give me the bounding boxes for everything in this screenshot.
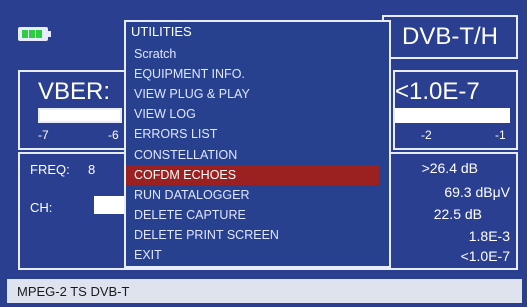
measure-value: 1.8E-3	[468, 228, 510, 244]
stream-label: MPEG-2 TS DVB-T	[17, 284, 130, 299]
vber-meter-right: <1.0E-7 -2 -1	[393, 70, 518, 150]
utilities-menu: UTILITIES Scratch EQUIPMENT INFO. VIEW PLU…	[124, 20, 391, 268]
scale-tick: -7	[38, 128, 49, 142]
menu-item[interactable]: VIEW LOG	[134, 104, 387, 124]
vber-label: VBER:	[38, 78, 111, 105]
menu-item[interactable]: DELETE CAPTURE	[134, 205, 387, 225]
menu-item[interactable]: ERRORS LIST	[134, 124, 387, 144]
menu-item[interactable]: EQUIPMENT INFO.	[134, 64, 387, 84]
menu-item[interactable]: COFDM ECHOES	[126, 164, 379, 185]
measure-value: >26.4 dB	[421, 160, 478, 176]
menu-title: UTILITIES	[131, 24, 192, 39]
battery-icon	[18, 27, 51, 41]
measure-value: 22.5 dB	[433, 206, 482, 222]
scale-tick: -1	[495, 128, 506, 142]
status-bar: MPEG-2 TS DVB-T	[7, 279, 522, 303]
vber-meter-left: VBER: -7 -6	[18, 70, 128, 150]
freq-label: FREQ:	[30, 162, 70, 177]
scale-tick: -2	[421, 128, 432, 142]
scale-tick: -6	[108, 128, 119, 142]
channel-field	[94, 196, 128, 214]
menu-item[interactable]: RUN DATALOGGER	[134, 185, 387, 205]
analyzer-screen: DVB-T/H VBER: -7 -6 <1.0E-7 -2 -1 FREQ: …	[0, 0, 527, 307]
freq-value: 8	[88, 162, 96, 177]
menu-item[interactable]: VIEW PLUG & PLAY	[134, 84, 387, 104]
standard-label: DVB-T/H	[382, 15, 518, 59]
menu-item[interactable]: DELETE PRINT SCREEN	[134, 225, 387, 245]
menu-item[interactable]: EXIT	[134, 245, 387, 265]
menu-item[interactable]: Scratch	[134, 44, 387, 64]
ch-label: CH:	[30, 200, 53, 215]
vber-bar-right	[395, 108, 510, 123]
menu-item[interactable]: CONSTELLATION	[134, 145, 387, 165]
vber-bar-left	[38, 108, 122, 123]
vber-value: <1.0E-7	[395, 78, 480, 105]
measure-value: <1.0E-7	[460, 248, 510, 264]
measure-value: 69.3 dBμV	[444, 184, 510, 200]
